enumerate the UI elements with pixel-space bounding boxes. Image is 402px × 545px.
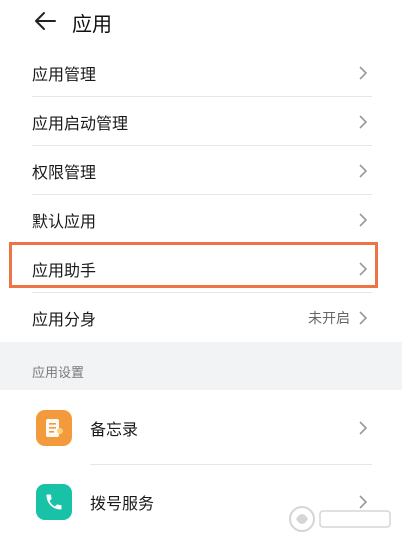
app-header: 应用: [0, 0, 402, 44]
chevron-right-icon: [359, 421, 368, 435]
chevron-right-icon: [359, 213, 368, 227]
menu-item-status: 未开启: [308, 310, 350, 327]
app-item-memo[interactable]: 备忘录: [0, 392, 402, 464]
menu-item-label: 应用管理: [32, 64, 97, 84]
menu-item-label: 应用助手: [32, 260, 97, 280]
chevron-right-icon: [359, 262, 368, 276]
chevron-right-icon: [359, 115, 368, 129]
section-header: 应用设置: [32, 366, 85, 381]
app-label: 备忘录: [90, 420, 139, 439]
back-button[interactable]: [30, 6, 60, 36]
menu-item-label: 应用分身: [32, 309, 97, 329]
menu-item-label: 应用启动管理: [32, 113, 129, 133]
app-label: 拨号服务: [90, 494, 155, 513]
phone-icon: [36, 484, 72, 520]
menu-item-permission-management[interactable]: 权限管理: [0, 146, 402, 195]
chevron-right-icon: [359, 66, 368, 80]
arrow-left-icon: [35, 12, 56, 30]
memo-icon: [36, 410, 72, 446]
app-settings-list: 备忘录 拨号服务: [0, 390, 402, 545]
divider: [90, 464, 372, 465]
menu-item-app-launch-management[interactable]: 应用启动管理: [0, 97, 402, 146]
page-title: 应用: [72, 12, 112, 36]
chevron-right-icon: [359, 311, 368, 325]
settings-list: 应用管理 应用启动管理 权限管理 默认应用 应用助手 应用分身 未开启: [0, 44, 402, 342]
menu-item-default-apps[interactable]: 默认应用: [0, 195, 402, 244]
menu-item-app-twin[interactable]: 应用分身 未开启: [0, 293, 402, 342]
menu-item-label: 默认应用: [32, 211, 97, 231]
menu-item-app-assistant[interactable]: 应用助手: [0, 244, 402, 293]
chevron-right-icon: [359, 495, 368, 509]
menu-item-app-management[interactable]: 应用管理: [0, 48, 402, 97]
app-item-dialer[interactable]: 拨号服务: [0, 466, 402, 538]
menu-item-label: 权限管理: [32, 162, 97, 182]
chevron-right-icon: [359, 164, 368, 178]
